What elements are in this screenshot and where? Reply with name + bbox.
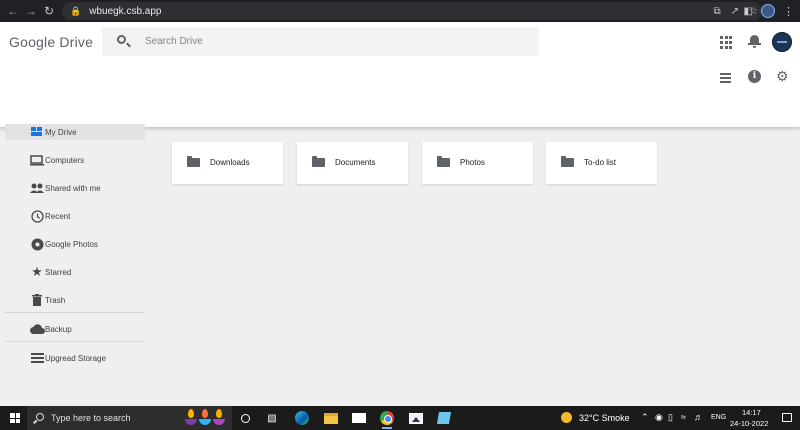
sidebar-item-label: Starred	[45, 267, 72, 277]
folder-card[interactable]: Photos	[422, 142, 533, 184]
volume-icon[interactable]: ♬	[694, 412, 703, 422]
apps-grid-icon[interactable]	[720, 36, 734, 50]
task-view-icon[interactable]: ▧	[263, 409, 281, 427]
sidebar-item-computers[interactable]: Computers	[5, 152, 145, 168]
sidebar-item-upgrade-storage[interactable]: Upgread Storage	[5, 350, 145, 366]
folder-name: Downloads	[210, 158, 250, 167]
search-bar[interactable]: Search Drive	[102, 27, 539, 56]
folder-name: Documents	[335, 158, 376, 167]
clock-time[interactable]: 14:17	[742, 408, 761, 417]
file-explorer-icon[interactable]	[322, 409, 340, 427]
folder-icon	[187, 156, 200, 167]
lock-icon: 🔒	[70, 5, 82, 16]
mail-icon[interactable]	[350, 409, 368, 427]
edge-browser-icon[interactable]	[293, 409, 311, 427]
browser-toolbar: ← → ↻ 🔒 wbuegk.csb.app ⧉ ↗ ☆ ◧ ⋮	[0, 0, 800, 22]
sidebar-item-label: Backup	[45, 324, 72, 334]
folder-icon	[561, 156, 574, 167]
reload-icon[interactable]: ↻	[40, 2, 58, 20]
sidebar-item-trash[interactable]: Trash	[5, 292, 145, 308]
chevron-up-icon[interactable]: ⌃	[641, 412, 649, 423]
cortana-icon[interactable]	[236, 409, 254, 427]
drive-icon	[29, 125, 45, 139]
photos-app-icon[interactable]	[407, 409, 425, 427]
sidebar-item-label: Trash	[45, 295, 66, 305]
info-icon[interactable]: i	[748, 70, 761, 83]
sidebar-item-label: Google Photos	[45, 239, 98, 249]
computer-icon	[29, 153, 45, 167]
language-indicator[interactable]: ENG	[711, 414, 726, 421]
notifications-bell-icon[interactable]	[748, 34, 762, 48]
back-arrow-icon[interactable]: ←	[4, 2, 22, 20]
profile-avatar[interactable]	[761, 4, 775, 18]
browser-menu-icon[interactable]: ⋮	[783, 5, 794, 18]
sidebar-item-label: Computers	[45, 155, 85, 165]
sidebar-item-backup[interactable]: Backup	[5, 321, 145, 337]
notification-center-icon[interactable]	[782, 413, 792, 422]
clock-date[interactable]: 24-10-2022	[730, 419, 768, 428]
cloud-icon	[29, 322, 45, 336]
folder-icon	[437, 156, 450, 167]
sidebar-item-my-drive[interactable]: My Drive	[5, 124, 145, 140]
folder-card[interactable]: Documents	[297, 142, 408, 184]
taskbar-search-input[interactable]: Type here to search	[51, 413, 131, 423]
search-input[interactable]: Search Drive	[145, 36, 203, 47]
wifi-icon[interactable]: ≈	[681, 412, 686, 422]
url-text: wbuegk.csb.app	[89, 5, 162, 17]
forward-arrow-icon[interactable]: →	[22, 2, 40, 20]
taskbar: Type here to search ▧ 32°C Smoke ⌃ ◉ ▯ ≈…	[0, 406, 800, 430]
search-icon[interactable]	[117, 35, 126, 44]
open-external-icon[interactable]: ⧉	[714, 6, 721, 17]
sidebar: My Drive Computers Shared with me Recent…	[0, 124, 150, 403]
folder-name: Photos	[460, 158, 485, 167]
folder-name: To-do list	[584, 158, 617, 167]
clock-icon	[29, 209, 45, 223]
sidebar-item-recent[interactable]: Recent	[5, 208, 145, 224]
star-icon: ★	[31, 264, 43, 279]
sidebar-divider	[5, 312, 145, 313]
sidebar-divider	[5, 341, 145, 342]
storage-icon	[29, 351, 45, 365]
account-avatar[interactable]	[772, 32, 792, 52]
sidebar-item-shared-with-me[interactable]: Shared with me	[5, 180, 145, 196]
people-icon	[29, 181, 45, 195]
notes-app-icon[interactable]	[435, 409, 453, 427]
folder-card[interactable]: To-do list	[546, 142, 657, 184]
sidebar-item-label: Recent	[45, 211, 71, 221]
sidebar-item-starred[interactable]: ★ Starred	[5, 264, 145, 280]
address-bar[interactable]: 🔒 wbuegk.csb.app ⧉ ↗ ☆	[62, 2, 762, 20]
share-icon[interactable]: ↗	[731, 6, 739, 17]
windows-start-icon[interactable]	[10, 413, 20, 423]
list-view-icon[interactable]	[720, 72, 734, 86]
folder-card[interactable]: Downloads	[172, 142, 283, 184]
settings-gear-icon[interactable]: ⚙	[776, 69, 790, 83]
network-icon[interactable]: ◉	[655, 412, 663, 423]
app-logo[interactable]: Google Drive	[9, 34, 93, 50]
sidebar-item-label: Upgread Storage	[45, 353, 106, 363]
trash-icon	[29, 293, 45, 307]
pinwheel-icon	[29, 237, 45, 251]
weather-icon[interactable]	[561, 412, 572, 423]
sidebar-item-label: My Drive	[45, 127, 77, 137]
sidebar-item-google-photos[interactable]: Google Photos	[5, 236, 145, 252]
app-header: Google Drive Search Drive i ⚙	[0, 22, 800, 127]
folder-icon	[312, 156, 325, 167]
diwali-lamp-icon	[184, 409, 228, 427]
sidebar-item-label: Shared with me	[45, 183, 101, 193]
weather-status[interactable]: 32°C Smoke	[579, 413, 630, 423]
search-icon	[36, 413, 44, 421]
chrome-browser-icon[interactable]	[378, 409, 396, 429]
sidebar-toggle-icon[interactable]: ◧	[744, 6, 753, 17]
battery-icon[interactable]: ▯	[668, 412, 673, 423]
